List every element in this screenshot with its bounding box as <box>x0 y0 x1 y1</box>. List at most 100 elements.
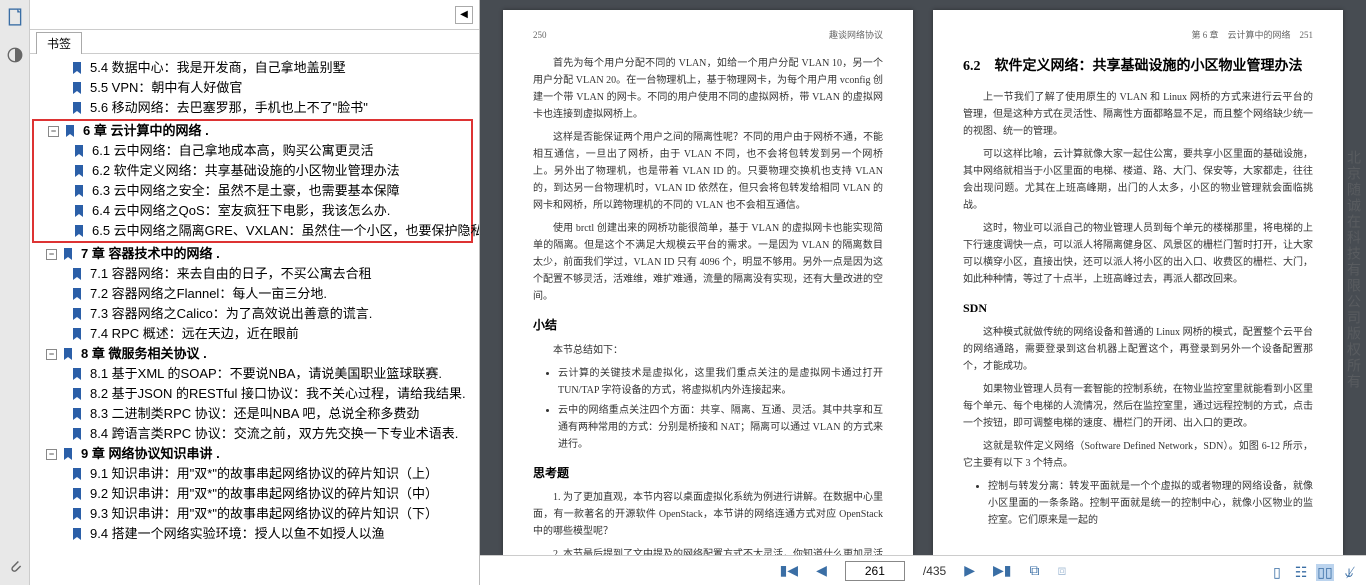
heading-sdn: SDN <box>963 298 1313 318</box>
bookmark-item[interactable]: 8.1 基于XML 的SOAP：不要说NBA，请说美国职业篮球联赛. <box>32 364 473 384</box>
para: 本节总结如下： <box>533 342 883 359</box>
bookmark-icon <box>70 327 84 341</box>
bookmark-icon <box>72 204 86 218</box>
bookmark-icon <box>70 467 84 481</box>
bookmark-label: 9.2 知识串讲：用"双*"的故事串起网络协议的碎片知识（中） <box>90 484 438 504</box>
page-left: 250趣谈网络协议 首先为每个用户分配不同的 VLAN，如给一个用户分配 VLA… <box>503 10 913 555</box>
bookmark-item[interactable]: 7.4 RPC 概述：远在天边，近在眼前 <box>32 324 473 344</box>
first-page-button[interactable]: ▮◀ <box>780 562 798 579</box>
para: 如果物业管理人员有一套智能的控制系统，在物业监控室里就能看到小区里每个单元、每个… <box>963 381 1313 432</box>
heading-think: 思考题 <box>533 463 883 483</box>
bookmark-item[interactable]: 5.4 数据中心：我是开发商，自己拿地盖别墅 <box>32 58 473 78</box>
bookmark-icon <box>70 527 84 541</box>
bookmark-icon <box>70 487 84 501</box>
bookmark-label: 6.4 云中网络之QoS：室友疯狂下电影，我该怎么办. <box>92 201 390 221</box>
bookmark-icon <box>70 507 84 521</box>
page-right: 第 6 章 云计算中的网络 251 6.2 软件定义网络：共享基础设施的小区物业… <box>933 10 1343 555</box>
bookmark-item[interactable]: 8.4 跨语言类RPC 协议：交流之前，双方先交换一下专业术语表. <box>32 424 473 444</box>
bookmark-item[interactable]: 9.2 知识串讲：用"双*"的故事串起网络协议的碎片知识（中） <box>32 484 473 504</box>
bookmark-label: 5.5 VPN：朝中有人好做官 <box>90 78 242 98</box>
view-facing-icon[interactable]: ▯▯ <box>1316 564 1334 581</box>
bookmark-label: 6.5 云中网络之隔离GRE、VXLAN：虽然住一个小区，也要保护隐私 <box>92 221 479 241</box>
bookmark-icon <box>72 164 86 178</box>
expand-toggle[interactable]: − <box>46 349 57 360</box>
bookmark-icon <box>72 224 86 238</box>
bookmark-item[interactable]: 6.3 云中网络之安全：虽然不是土豪，也需要基本保障 <box>34 181 471 201</box>
bookmark-label: 9 章 网络协议知识串讲 . <box>81 444 220 464</box>
bookmark-item[interactable]: 5.6 移动网络：去巴塞罗那，手机也上不了"脸书" <box>32 98 473 118</box>
list-item: 云计算的关键技术是虚拟化，这里我们重点关注的是虚拟网卡通过打开 TUN/TAP … <box>558 365 883 399</box>
section-title: 6.2 软件定义网络：共享基础设施的小区物业管理办法 <box>963 55 1313 79</box>
list-item: 云中的网络重点关注四个方面：共享、隔离、互通、灵活。其中共享和互通有两种常用的方… <box>558 402 883 453</box>
view-book-icon[interactable]: ⫝̸ <box>1340 564 1358 581</box>
watermark: 北京随诚在科技有限公司版权所有 <box>1344 150 1364 390</box>
bookmark-icon <box>70 81 84 95</box>
view-single-icon[interactable]: ▯ <box>1268 564 1286 581</box>
prev-page-button[interactable]: ◀ <box>816 562 827 579</box>
bookmark-icon <box>61 447 75 461</box>
bookmark-icon <box>72 184 86 198</box>
heading-summary: 小结 <box>533 315 883 335</box>
pager-bar: ▮◀ ◀ /435 ▶ ▶▮ ⧉ ⧈ ▯ ☷ ▯▯ ⫝̸ <box>480 555 1366 585</box>
bookmark-item[interactable]: − 6 章 云计算中的网络 . <box>34 121 471 141</box>
document-viewport: 250趣谈网络协议 首先为每个用户分配不同的 VLAN，如给一个用户分配 VLA… <box>480 0 1366 585</box>
para: 这时，物业可以派自己的物业管理人员到每个单元的楼梯那里，将电梯的上下行速度调快一… <box>963 220 1313 288</box>
zoom-fit-icon[interactable]: ⧉ <box>1029 562 1039 579</box>
bookmark-item[interactable]: 6.5 云中网络之隔离GRE、VXLAN：虽然住一个小区，也要保护隐私 <box>34 221 471 241</box>
list-item: 控制与转发分离：转发平面就是一个个虚拟的或者物理的网络设备，就像小区里面的一条条… <box>988 478 1313 529</box>
bookmark-item[interactable]: −7 章 容器技术中的网络 . <box>32 244 473 264</box>
bookmark-item[interactable]: 9.3 知识串讲：用"双*"的故事串起网络协议的碎片知识（下） <box>32 504 473 524</box>
bookmark-item[interactable]: 6.4 云中网络之QoS：室友疯狂下电影，我该怎么办. <box>34 201 471 221</box>
bookmark-item[interactable]: 7.3 容器网络之Calico：为了高效说出善意的谎言. <box>32 304 473 324</box>
para: 可以这样比喻，云计算就像大家一起住公寓，要共享小区里面的基础设施，其中网络就相当… <box>963 146 1313 214</box>
bookmark-icon <box>70 407 84 421</box>
view-mode-toolbar: ▯ ☷ ▯▯ ⫝̸ <box>1268 564 1358 581</box>
last-page-button[interactable]: ▶▮ <box>993 562 1011 579</box>
bookmark-icon <box>70 367 84 381</box>
bookmark-item[interactable]: 6.2 软件定义网络：共享基础设施的小区物业管理办法 <box>34 161 471 181</box>
page-icon[interactable] <box>6 8 24 26</box>
expand-toggle[interactable]: − <box>46 449 57 460</box>
bookmark-item[interactable]: − 9 章 网络协议知识串讲 . <box>32 444 473 464</box>
bookmark-item[interactable]: 7.1 容器网络：来去自由的日子，不买公寓去合租 <box>32 264 473 284</box>
bookmark-label: 6 章 云计算中的网络 . <box>83 121 209 141</box>
bookmark-label: 6.3 云中网络之安全：虽然不是土豪，也需要基本保障 <box>92 181 400 201</box>
next-page-button[interactable]: ▶ <box>964 562 975 579</box>
bookmark-label: 6.2 软件定义网络：共享基础设施的小区物业管理办法 <box>92 161 400 181</box>
bookmark-sidebar: ◀ 书签 5.4 数据中心：我是开发商，自己拿地盖别墅5.5 VPN：朝中有人好… <box>30 0 480 585</box>
bookmark-item[interactable]: 7.2 容器网络之Flannel：每人一亩三分地. <box>32 284 473 304</box>
bookmark-icon <box>70 61 84 75</box>
left-toolbar <box>0 0 30 585</box>
page-number: 251 <box>1300 30 1314 40</box>
sidebar-collapse-button[interactable]: ◀ <box>455 6 473 24</box>
bookmark-icon <box>70 307 84 321</box>
bookmark-item[interactable]: 9.4 搭建一个网络实验环境：授人以鱼不如授人以渔 <box>32 524 473 544</box>
bookmark-item[interactable]: 9.1 知识串讲：用"双*"的故事串起网络协议的碎片知识（上） <box>32 464 473 484</box>
bookmark-icon <box>70 387 84 401</box>
bookmark-icon <box>70 267 84 281</box>
attach-icon[interactable] <box>6 557 24 575</box>
bookmark-item[interactable]: 8.3 二进制类RPC 协议：还是叫NBA 吧，总说全称多费劲 <box>32 404 473 424</box>
tab-bookmarks[interactable]: 书签 <box>36 32 82 54</box>
bookmark-item[interactable]: −8 章 微服务相关协议 . <box>32 344 473 364</box>
para: 这种模式就做传统的网络设备和普通的 Linux 网桥的模式，配置整个云平台的网络… <box>963 324 1313 375</box>
bookmark-icon <box>63 124 77 138</box>
expand-toggle[interactable]: − <box>46 249 57 260</box>
para: 使用 brctl 创建出来的网桥功能很简单，基于 VLAN 的虚拟网卡也能实现简… <box>533 220 883 305</box>
bookmark-icon <box>61 347 75 361</box>
para: 这就是软件定义网络（Software Defined Network，SDN）。… <box>963 438 1313 472</box>
bookmark-item[interactable]: 8.2 基于JSON 的RESTful 接口协议：我不关心过程，请给我结果. <box>32 384 473 404</box>
bookmark-item[interactable]: 6.1 云中网络：自己拿地成本高，购买公寓更灵活 <box>34 141 471 161</box>
bookmark-label: 9.1 知识串讲：用"双*"的故事串起网络协议的碎片知识（上） <box>90 464 438 484</box>
bookmark-label: 7.4 RPC 概述：远在天边，近在眼前 <box>90 324 299 344</box>
para: 这样是否能保证两个用户之间的隔离性呢？不同的用户由于网桥不通，不能相互通信，一旦… <box>533 129 883 214</box>
bookmark-label: 8.2 基于JSON 的RESTful 接口协议：我不关心过程，请给我结果. <box>90 384 466 404</box>
para: 1. 为了更加直观，本节内容以桌面虚拟化系统为例进行讲解。在数据中心里面，有一款… <box>533 489 883 540</box>
zoom-width-icon[interactable]: ⧈ <box>1057 562 1066 579</box>
page-input[interactable] <box>845 561 905 581</box>
bookmark-label: 9.3 知识串讲：用"双*"的故事串起网络协议的碎片知识（下） <box>90 504 438 524</box>
bookmark-item[interactable]: 5.5 VPN：朝中有人好做官 <box>32 78 473 98</box>
view-continuous-icon[interactable]: ☷ <box>1292 564 1310 581</box>
contrast-icon[interactable] <box>6 46 24 64</box>
expand-toggle[interactable]: − <box>48 126 59 137</box>
